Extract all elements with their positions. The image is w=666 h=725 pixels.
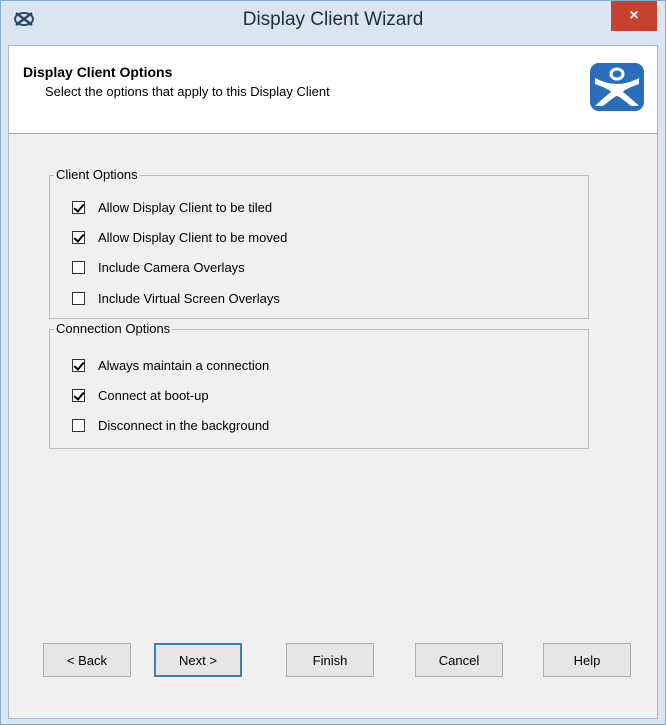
- client-options-legend: Client Options: [54, 167, 140, 182]
- terminal-services-logo-icon: [590, 63, 644, 111]
- checkbox-label: Connect at boot-up: [98, 387, 209, 403]
- wizard-window: Display Client Wizard × Display Client O…: [0, 0, 666, 725]
- checkbox-label: Include Camera Overlays: [98, 259, 245, 275]
- close-button[interactable]: ×: [611, 1, 657, 31]
- checkbox-label: Allow Display Client to be moved: [98, 229, 288, 245]
- back-button[interactable]: < Back: [43, 643, 131, 677]
- checkbox-label: Include Virtual Screen Overlays: [98, 290, 280, 306]
- checkbox-box[interactable]: [72, 230, 85, 244]
- cancel-button[interactable]: Cancel: [415, 643, 503, 677]
- checkbox-box[interactable]: [72, 291, 85, 305]
- checkbox-box[interactable]: [72, 388, 85, 402]
- page-subtitle: Select the options that apply to this Di…: [45, 84, 330, 99]
- checkbox-label: Disconnect in the background: [98, 417, 270, 433]
- checkbox-box[interactable]: [72, 418, 85, 432]
- page-title: Display Client Options: [23, 64, 173, 80]
- help-button[interactable]: Help: [543, 643, 631, 677]
- checkbox-virtual-screen-overlays[interactable]: Include Virtual Screen Overlays: [72, 289, 280, 307]
- checkbox-label: Always maintain a connection: [98, 357, 270, 373]
- checkbox-connect-at-boot[interactable]: Connect at boot-up: [72, 386, 209, 404]
- client-options-group: Client Options Allow Display Client to b…: [49, 167, 589, 319]
- checkbox-box[interactable]: [72, 358, 85, 372]
- checkbox-always-maintain-connection[interactable]: Always maintain a connection: [72, 356, 269, 374]
- connection-options-group: Connection Options Always maintain a con…: [49, 321, 589, 449]
- checkbox-box[interactable]: [72, 260, 85, 274]
- checkbox-allow-moved[interactable]: Allow Display Client to be moved: [72, 228, 287, 246]
- finish-button[interactable]: Finish: [286, 643, 374, 677]
- checkbox-camera-overlays[interactable]: Include Camera Overlays: [72, 258, 245, 276]
- wizard-header: Display Client Options Select the option…: [9, 46, 657, 134]
- next-button[interactable]: Next >: [154, 643, 242, 677]
- checkbox-allow-tiled[interactable]: Allow Display Client to be tiled: [72, 198, 272, 216]
- title-bar[interactable]: Display Client Wizard ×: [1, 1, 665, 45]
- checkbox-disconnect-background[interactable]: Disconnect in the background: [72, 416, 269, 434]
- window-title: Display Client Wizard: [242, 9, 424, 30]
- connection-options-legend: Connection Options: [54, 321, 173, 336]
- checkbox-label: Allow Display Client to be tiled: [98, 199, 273, 215]
- wizard-client-area: Display Client Options Select the option…: [8, 45, 658, 719]
- checkbox-box[interactable]: [72, 200, 85, 214]
- close-icon: ×: [629, 7, 639, 24]
